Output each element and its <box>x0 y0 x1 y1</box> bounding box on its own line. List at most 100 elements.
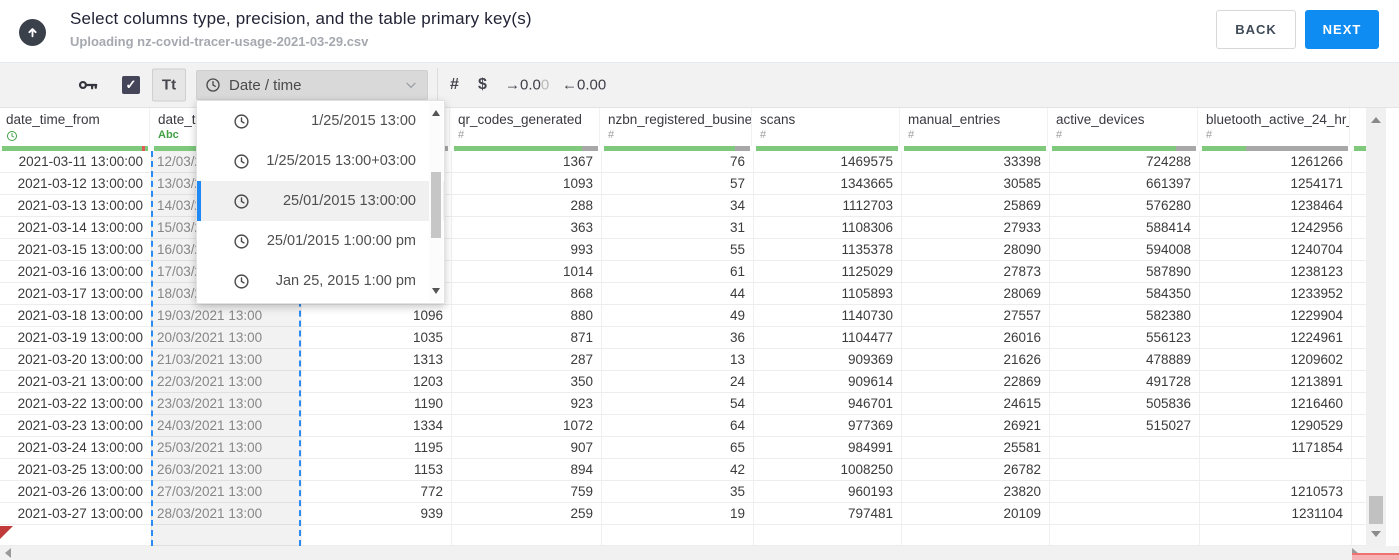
table-cell[interactable]: 288 <box>452 195 602 217</box>
table-cell[interactable]: 64 <box>602 415 754 437</box>
table-cell[interactable]: 27873 <box>902 261 1050 283</box>
table-cell[interactable] <box>1050 525 1200 546</box>
table-cell[interactable]: 724288 <box>1050 151 1200 173</box>
table-cell[interactable]: 977369 <box>754 415 902 437</box>
column-header[interactable]: scans # <box>754 108 900 146</box>
table-cell[interactable]: 34 <box>602 195 754 217</box>
table-cell[interactable]: 1171854 <box>1200 437 1352 459</box>
table-cell[interactable]: 24/03/2021 13:00 <box>152 415 302 437</box>
table-cell[interactable]: 26782 <box>902 459 1050 481</box>
table-cell[interactable] <box>1050 503 1200 525</box>
table-cell[interactable] <box>1050 481 1200 503</box>
table-cell[interactable]: 19/03/2021 13:00 <box>152 305 302 327</box>
table-cell[interactable] <box>0 525 152 546</box>
table-cell[interactable]: 22869 <box>902 371 1050 393</box>
table-cell[interactable]: 2021-03-24 13:00:00 <box>0 437 152 459</box>
table-cell[interactable]: 772 <box>302 481 452 503</box>
table-cell[interactable]: 515027 <box>1050 415 1200 437</box>
table-cell[interactable]: 55 <box>602 239 754 261</box>
table-cell[interactable]: 1229904 <box>1200 305 1352 327</box>
table-cell[interactable]: 24 <box>602 371 754 393</box>
table-cell[interactable]: 894 <box>452 459 602 481</box>
scroll-left-arrow-icon[interactable] <box>5 548 11 558</box>
table-cell[interactable]: 1125029 <box>754 261 902 283</box>
table-cell[interactable]: 2021-03-15 13:00:00 <box>0 239 152 261</box>
table-cell[interactable]: 30585 <box>902 173 1050 195</box>
column-header[interactable]: date_time_from <box>0 108 150 146</box>
table-cell[interactable]: 2021-03-26 13:00:00 <box>0 481 152 503</box>
table-cell[interactable]: 1203 <box>302 371 452 393</box>
table-cell[interactable]: 871 <box>452 327 602 349</box>
dropdown-scrollbar-thumb[interactable] <box>431 172 441 238</box>
primary-key-button[interactable] <box>77 74 99 96</box>
back-button[interactable]: BACK <box>1216 10 1296 49</box>
column-header[interactable]: qr_codes_generated # <box>452 108 600 146</box>
column-header[interactable]: active_devices # <box>1050 108 1198 146</box>
table-cell[interactable]: 1140730 <box>754 305 902 327</box>
table-cell[interactable]: 1238464 <box>1200 195 1352 217</box>
table-cell[interactable]: 1240704 <box>1200 239 1352 261</box>
table-cell[interactable]: 1104477 <box>754 327 902 349</box>
table-cell[interactable]: 1008250 <box>754 459 902 481</box>
table-cell[interactable]: 2021-03-11 13:00:00 <box>0 151 152 173</box>
table-cell[interactable]: 594008 <box>1050 239 1200 261</box>
table-cell[interactable]: 556123 <box>1050 327 1200 349</box>
table-cell[interactable]: 23820 <box>902 481 1050 503</box>
table-cell[interactable]: 27557 <box>902 305 1050 327</box>
boolean-type-checkbox-icon[interactable]: ✓ <box>122 76 140 94</box>
table-cell[interactable] <box>302 525 452 546</box>
table-cell[interactable]: 909369 <box>754 349 902 371</box>
table-cell[interactable]: 1093 <box>452 173 602 195</box>
table-cell[interactable]: 24615 <box>902 393 1050 415</box>
table-cell[interactable]: 287 <box>452 349 602 371</box>
table-cell[interactable]: 1343665 <box>754 173 902 195</box>
table-cell[interactable]: 363 <box>452 217 602 239</box>
table-cell[interactable]: 1112703 <box>754 195 902 217</box>
vertical-scrollbar-thumb[interactable] <box>1369 496 1383 524</box>
table-cell[interactable] <box>1050 437 1200 459</box>
table-cell[interactable]: 21/03/2021 13:00 <box>152 349 302 371</box>
column-header[interactable]: nzbn_registered_busine # <box>602 108 752 146</box>
table-cell[interactable]: 1261266 <box>1200 151 1352 173</box>
table-cell[interactable]: 1238123 <box>1200 261 1352 283</box>
table-cell[interactable]: 1190 <box>302 393 452 415</box>
format-option[interactable]: Jan 25, 2015 1:00 pm <box>197 261 444 301</box>
format-option[interactable]: 25/01/2015 13:00:00 <box>197 181 444 221</box>
table-cell[interactable]: 25869 <box>902 195 1050 217</box>
table-cell[interactable]: 1334 <box>302 415 452 437</box>
table-cell[interactable]: 1014 <box>452 261 602 283</box>
table-cell[interactable]: 22/03/2021 13:00 <box>152 371 302 393</box>
table-cell[interactable]: 21626 <box>902 349 1050 371</box>
table-cell[interactable]: 1153 <box>302 459 452 481</box>
format-option[interactable]: 1/25/2015 13:00 <box>197 101 444 141</box>
table-cell[interactable]: 1209602 <box>1200 349 1352 371</box>
table-cell[interactable]: 1242956 <box>1200 217 1352 239</box>
table-cell[interactable]: 1224961 <box>1200 327 1352 349</box>
table-cell[interactable]: 2021-03-12 13:00:00 <box>0 173 152 195</box>
table-cell[interactable]: 984991 <box>754 437 902 459</box>
table-cell[interactable]: 1108306 <box>754 217 902 239</box>
table-cell[interactable]: 28069 <box>902 283 1050 305</box>
table-cell[interactable] <box>152 525 302 546</box>
table-cell[interactable]: 27/03/2021 13:00 <box>152 481 302 503</box>
table-cell[interactable]: 909614 <box>754 371 902 393</box>
table-cell[interactable]: 1096 <box>302 305 452 327</box>
format-option[interactable]: 1/25/2015 13:00+03:00 <box>197 141 444 181</box>
table-cell[interactable]: 350 <box>452 371 602 393</box>
table-cell[interactable]: 587890 <box>1050 261 1200 283</box>
table-cell[interactable]: 797481 <box>754 503 902 525</box>
table-cell[interactable]: 759 <box>452 481 602 503</box>
table-cell[interactable]: 1213891 <box>1200 371 1352 393</box>
table-cell[interactable]: 25/03/2021 13:00 <box>152 437 302 459</box>
table-cell[interactable]: 993 <box>452 239 602 261</box>
table-cell[interactable]: 2021-03-16 13:00:00 <box>0 261 152 283</box>
dropdown-scroll-down-icon[interactable] <box>432 288 440 294</box>
decrease-decimal-button[interactable]: ←0.00 <box>562 77 606 94</box>
table-cell[interactable]: 44 <box>602 283 754 305</box>
table-cell[interactable] <box>602 525 754 546</box>
table-cell[interactable]: 49 <box>602 305 754 327</box>
table-cell[interactable]: 1313 <box>302 349 452 371</box>
table-cell[interactable]: 661397 <box>1050 173 1200 195</box>
column-header[interactable]: bluetooth_active_24_hr_ # <box>1200 108 1350 146</box>
table-cell[interactable]: 54 <box>602 393 754 415</box>
